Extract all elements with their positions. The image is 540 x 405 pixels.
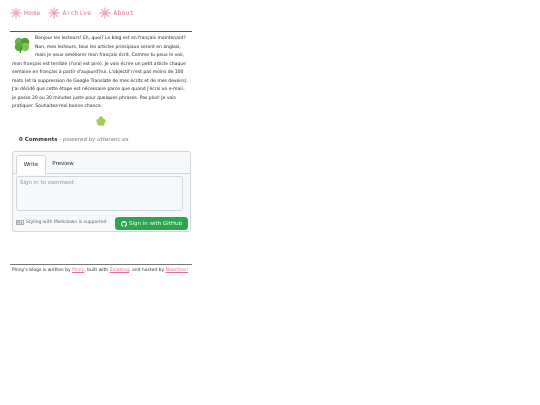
signin-github-button[interactable]: Sign in with GitHub — [115, 217, 188, 230]
footer: Pinny's blogs is written by Pinny, built… — [12, 268, 188, 273]
markdown-note-text: Styling with Markdown is supported — [26, 220, 107, 225]
asterisk-icon — [48, 7, 61, 19]
comment-count-label: 0 Comments — [19, 137, 58, 143]
nav-about-label: About — [113, 9, 134, 17]
asterisk-icon — [99, 7, 111, 19]
footer-mid: , built with — [84, 268, 110, 273]
comment-box: Write Preview Sign in to comment Styling… — [12, 151, 191, 232]
markdown-note: Styling with Markdown is supported — [16, 220, 107, 225]
powered-by-text: - powered by utteranc.es — [57, 137, 129, 143]
nav-divider — [10, 31, 192, 32]
tab-write[interactable]: Write — [16, 155, 46, 175]
footer-mid2: , and hosted by — [129, 268, 166, 273]
post-body: Bonjour les lecteurs! Eh, quoi? Le blog … — [12, 36, 188, 109]
markdown-icon — [16, 220, 24, 225]
nav-archive[interactable]: Archive — [48, 7, 91, 19]
top-nav: Home Archive About — [10, 6, 142, 20]
footer-prefix: Pinny's blogs is written by — [12, 268, 73, 273]
nav-home-label: Home — [24, 9, 41, 17]
footer-tool-link[interactable]: Zolablog — [110, 268, 130, 273]
comment-count: 0 Comments - powered by utteranc.es — [19, 137, 129, 143]
footer-divider — [10, 264, 192, 265]
github-icon — [121, 220, 127, 227]
clover-icon — [14, 37, 30, 54]
nav-archive-label: Archive — [62, 9, 92, 17]
comment-input[interactable]: Sign in to comment — [16, 176, 183, 211]
nav-home[interactable]: Home — [10, 7, 40, 19]
post-content: Bonjour les lecteurs! Eh, quoi? Le blog … — [12, 35, 190, 112]
asterisk-icon — [10, 7, 22, 19]
footer-author-link[interactable]: Pinny — [72, 268, 84, 273]
signin-github-label: Sign in with GitHub — [129, 220, 182, 227]
flower-icon — [96, 116, 106, 126]
nav-about[interactable]: About — [99, 7, 134, 19]
tab-preview[interactable]: Preview — [49, 155, 77, 173]
footer-host-link[interactable]: Neocities! — [166, 268, 189, 273]
comment-tabs: Write Preview — [13, 152, 190, 175]
